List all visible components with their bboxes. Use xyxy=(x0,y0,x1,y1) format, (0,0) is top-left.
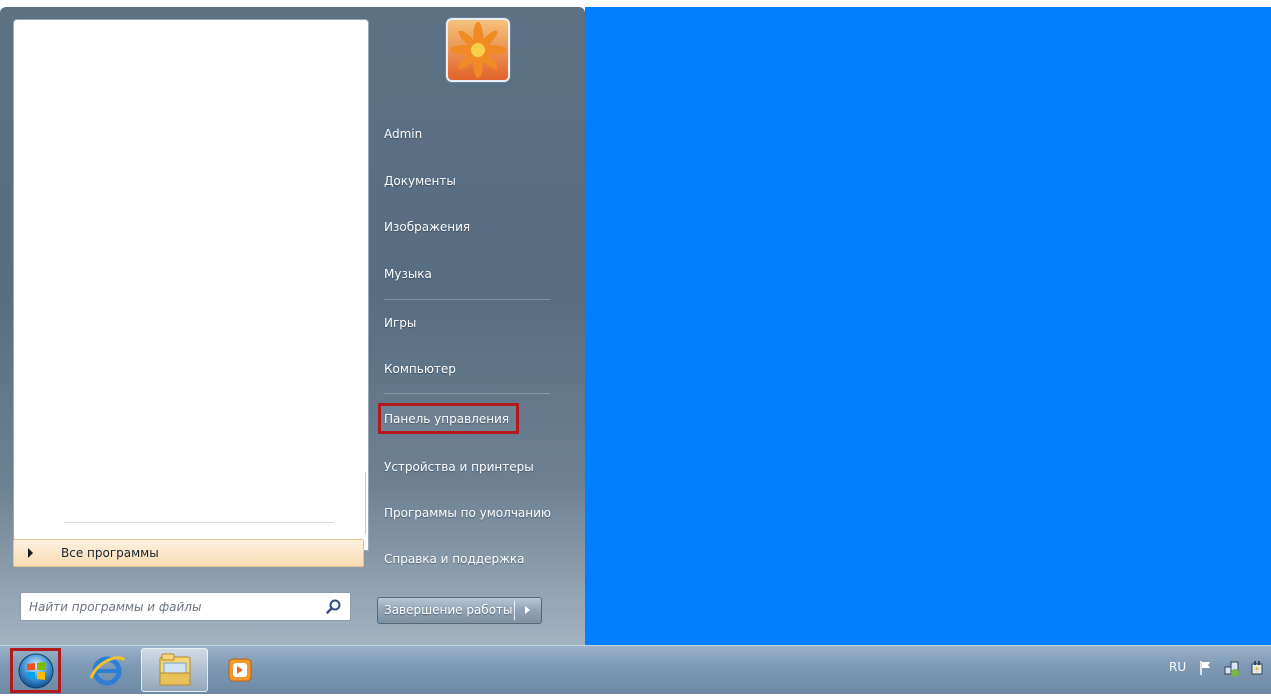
language-indicator[interactable]: RU xyxy=(1169,660,1186,674)
flag-icon[interactable] xyxy=(1197,658,1217,678)
programs-scroll-indicator xyxy=(365,472,366,534)
search-input[interactable] xyxy=(29,598,314,616)
menu-item-help-support[interactable]: Справка и поддержка xyxy=(378,545,525,573)
taskbar-internet-explorer[interactable] xyxy=(78,648,136,692)
network-icon[interactable] xyxy=(1222,658,1242,678)
menu-item-documents[interactable]: Документы xyxy=(378,167,456,195)
shutdown-label: Завершение работы xyxy=(384,603,513,617)
power-icon[interactable] xyxy=(1247,658,1267,678)
menu-separator xyxy=(384,299,550,300)
shutdown-divider xyxy=(514,601,515,620)
taskbar: RU xyxy=(0,645,1271,694)
menu-item-computer[interactable]: Компьютер xyxy=(378,355,456,383)
menu-item-pictures[interactable]: Изображения xyxy=(378,213,470,241)
programs-separator xyxy=(64,522,334,523)
taskbar-media-player[interactable] xyxy=(212,648,270,692)
shutdown-options-button[interactable] xyxy=(517,600,539,621)
arrow-right-icon xyxy=(28,548,33,558)
search-box[interactable] xyxy=(20,592,351,621)
menu-item-devices-printers[interactable]: Устройства и принтеры xyxy=(378,453,534,481)
all-programs-label: Все программы xyxy=(61,546,159,560)
menu-item-control-panel[interactable]: Панель управления xyxy=(378,403,519,434)
media-player-icon xyxy=(228,658,252,682)
menu-item-music[interactable]: Музыка xyxy=(378,260,432,288)
internet-explorer-icon xyxy=(89,656,126,686)
menu-item-admin[interactable]: Admin xyxy=(378,120,422,148)
menu-separator xyxy=(384,393,550,394)
start-button[interactable] xyxy=(10,648,61,693)
windows-logo-icon xyxy=(18,653,54,689)
arrow-right-icon xyxy=(525,606,530,614)
windows-explorer-icon xyxy=(159,653,191,686)
taskbar-windows-explorer[interactable] xyxy=(141,648,208,692)
user-avatar[interactable] xyxy=(446,18,510,82)
all-programs-button[interactable]: Все программы xyxy=(13,539,364,567)
desktop-background xyxy=(585,7,1271,645)
shutdown-button[interactable]: Завершение работы xyxy=(377,597,542,624)
menu-item-games[interactable]: Игры xyxy=(378,309,416,337)
search-icon[interactable] xyxy=(325,598,343,616)
menu-item-default-programs[interactable]: Программы по умолчанию xyxy=(378,499,551,527)
programs-pane xyxy=(13,19,369,551)
flower-picture-icon xyxy=(448,20,508,80)
start-menu: Все программы Найти программы и файлы Ad… xyxy=(0,7,585,645)
